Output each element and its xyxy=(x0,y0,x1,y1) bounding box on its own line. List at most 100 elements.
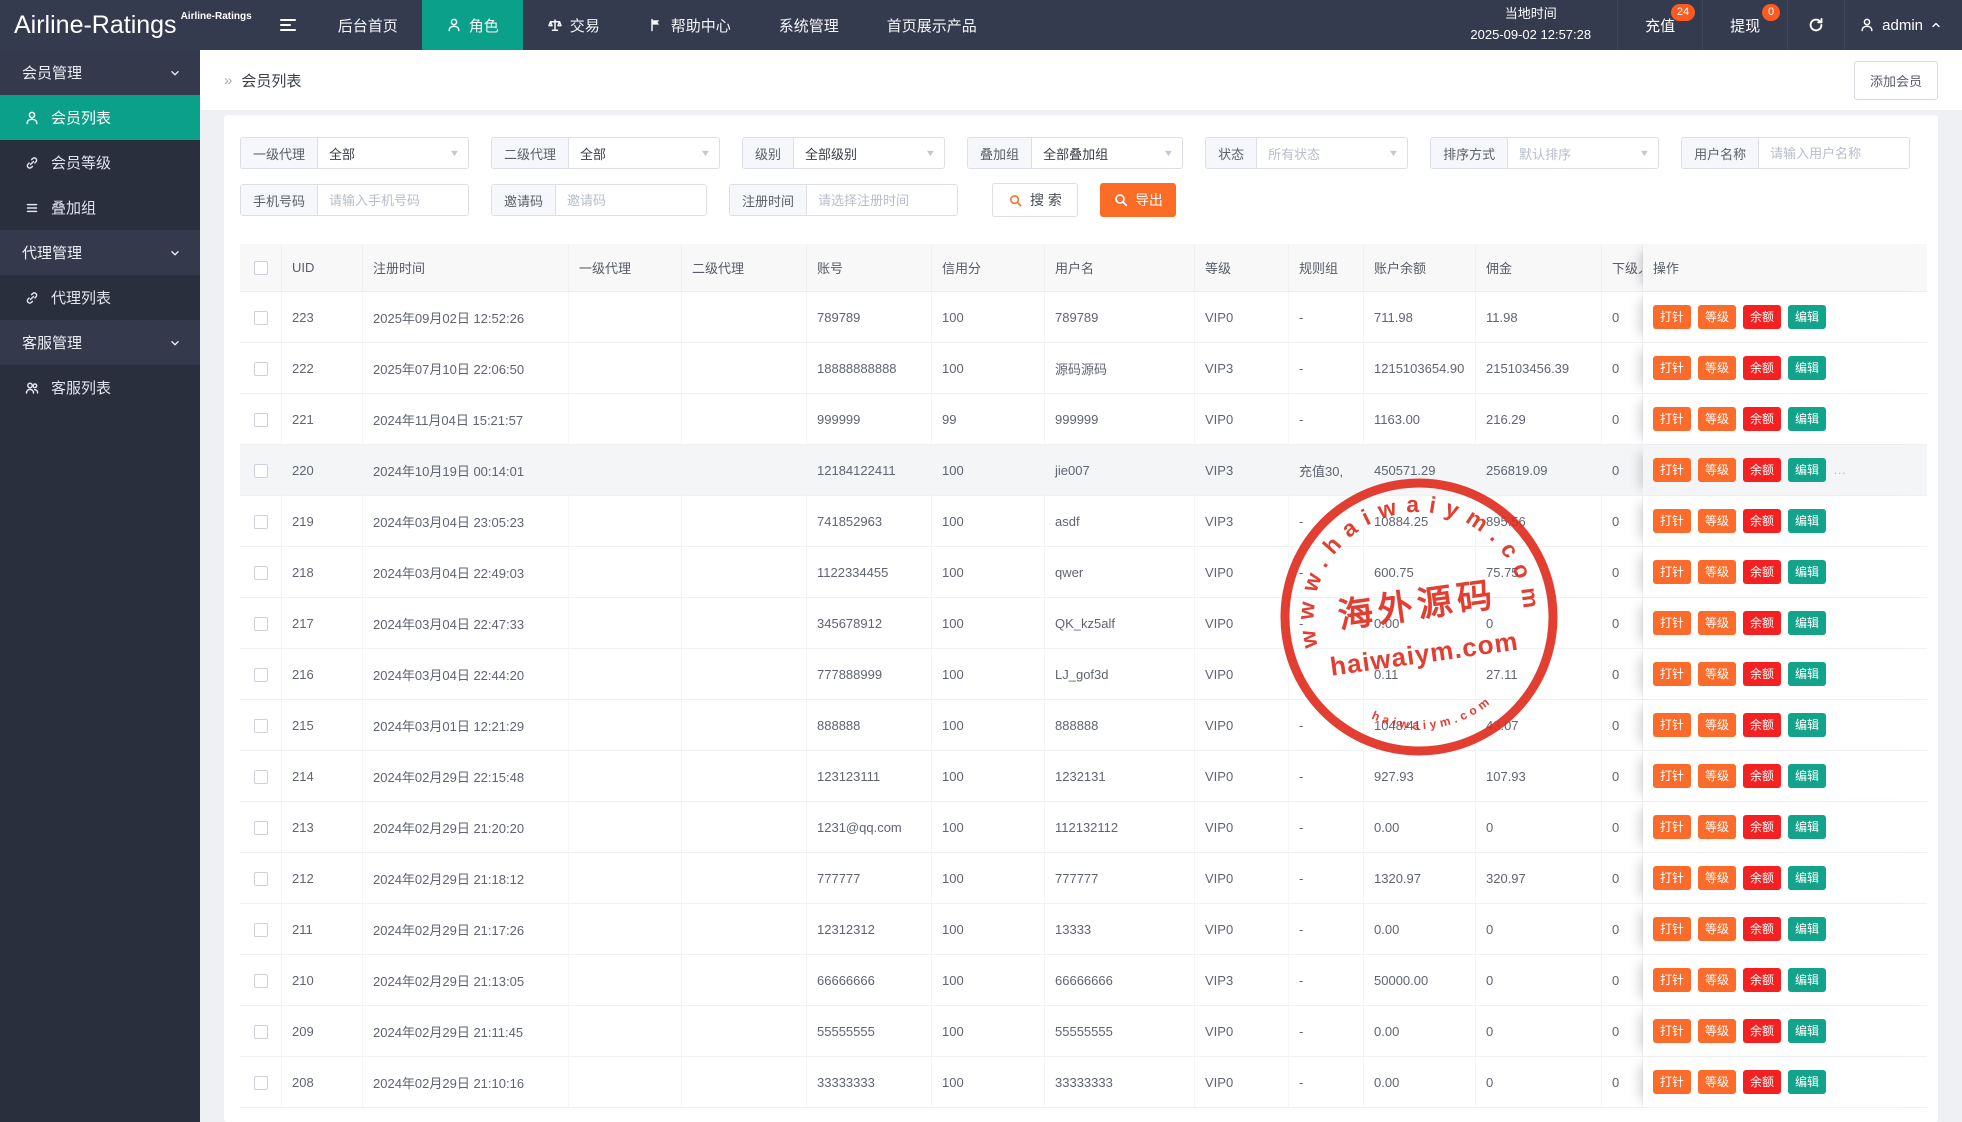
action-inject-button[interactable]: 打针 xyxy=(1653,917,1691,941)
action-edit-button[interactable]: 编辑 xyxy=(1788,815,1826,839)
action-balance-button[interactable]: 余额 xyxy=(1743,713,1781,737)
status-filter[interactable]: 所有状态▼ xyxy=(1257,138,1407,168)
action-edit-button[interactable]: 编辑 xyxy=(1788,407,1826,431)
action-level-button[interactable]: 等级 xyxy=(1698,815,1736,839)
action-level-button[interactable]: 等级 xyxy=(1698,968,1736,992)
action-inject-button[interactable]: 打针 xyxy=(1653,815,1691,839)
action-balance-button[interactable]: 余额 xyxy=(1743,764,1781,788)
row-checkbox[interactable] xyxy=(254,668,268,682)
action-balance-button[interactable]: 余额 xyxy=(1743,305,1781,329)
action-inject-button[interactable]: 打针 xyxy=(1653,1019,1691,1043)
action-balance-button[interactable]: 余额 xyxy=(1743,917,1781,941)
invite-code-filter[interactable] xyxy=(556,185,706,215)
action-edit-button[interactable]: 编辑 xyxy=(1788,509,1826,533)
action-level-button[interactable]: 等级 xyxy=(1698,1070,1736,1094)
action-balance-button[interactable]: 余额 xyxy=(1743,458,1781,482)
sidebar-collapse-button[interactable] xyxy=(262,0,314,50)
add-member-button[interactable]: 添加会员 xyxy=(1854,61,1938,100)
nav-item-home-products[interactable]: 首页展示产品 xyxy=(863,0,1001,50)
action-edit-button[interactable]: 编辑 xyxy=(1788,662,1826,686)
action-level-button[interactable]: 等级 xyxy=(1698,611,1736,635)
row-checkbox[interactable] xyxy=(254,821,268,835)
withdraw-link[interactable]: 提现 0 xyxy=(1702,0,1787,50)
action-edit-button[interactable]: 编辑 xyxy=(1788,713,1826,737)
action-inject-button[interactable]: 打针 xyxy=(1653,407,1691,431)
action-inject-button[interactable]: 打针 xyxy=(1653,560,1691,584)
action-inject-button[interactable]: 打针 xyxy=(1653,509,1691,533)
row-checkbox[interactable] xyxy=(254,923,268,937)
sidebar-group-agent-mgmt[interactable]: 代理管理 xyxy=(0,230,200,275)
username-filter[interactable] xyxy=(1759,138,1909,168)
refresh-button[interactable] xyxy=(1787,0,1844,50)
action-edit-button[interactable]: 编辑 xyxy=(1788,764,1826,788)
more-actions[interactable]: … xyxy=(1833,462,1848,477)
action-level-button[interactable]: 等级 xyxy=(1698,1019,1736,1043)
select-all-checkbox[interactable] xyxy=(254,261,268,275)
action-edit-button[interactable]: 编辑 xyxy=(1788,917,1826,941)
recharge-link[interactable]: 充值 24 xyxy=(1617,0,1702,50)
action-edit-button[interactable]: 编辑 xyxy=(1788,356,1826,380)
row-checkbox[interactable] xyxy=(254,566,268,580)
action-balance-button[interactable]: 余额 xyxy=(1743,662,1781,686)
row-checkbox[interactable] xyxy=(254,464,268,478)
sidebar-item-member-level[interactable]: 会员等级 xyxy=(0,140,200,185)
action-level-button[interactable]: 等级 xyxy=(1698,560,1736,584)
action-balance-button[interactable]: 余额 xyxy=(1743,509,1781,533)
action-edit-button[interactable]: 编辑 xyxy=(1788,866,1826,890)
row-checkbox[interactable] xyxy=(254,719,268,733)
sidebar-item-member-list[interactable]: 会员列表 xyxy=(0,95,200,140)
action-inject-button[interactable]: 打针 xyxy=(1653,611,1691,635)
sort-filter[interactable]: 默认排序▼ xyxy=(1508,138,1658,168)
row-checkbox[interactable] xyxy=(254,413,268,427)
nav-item-system[interactable]: 系统管理 xyxy=(755,0,863,50)
action-balance-button[interactable]: 余额 xyxy=(1743,356,1781,380)
action-edit-button[interactable]: 编辑 xyxy=(1788,560,1826,584)
action-balance-button[interactable]: 余额 xyxy=(1743,968,1781,992)
action-inject-button[interactable]: 打针 xyxy=(1653,968,1691,992)
agent1-filter[interactable]: 全部▼ xyxy=(318,138,468,168)
action-edit-button[interactable]: 编辑 xyxy=(1788,458,1826,482)
action-level-button[interactable]: 等级 xyxy=(1698,458,1736,482)
sidebar-item-agent-list[interactable]: 代理列表 xyxy=(0,275,200,320)
action-edit-button[interactable]: 编辑 xyxy=(1788,305,1826,329)
action-inject-button[interactable]: 打针 xyxy=(1653,764,1691,788)
action-balance-button[interactable]: 余额 xyxy=(1743,866,1781,890)
action-balance-button[interactable]: 余额 xyxy=(1743,611,1781,635)
sidebar-group-service-mgmt[interactable]: 客服管理 xyxy=(0,320,200,365)
action-level-button[interactable]: 等级 xyxy=(1698,407,1736,431)
search-button[interactable]: 搜 索 xyxy=(992,183,1078,217)
row-checkbox[interactable] xyxy=(254,311,268,325)
action-level-button[interactable]: 等级 xyxy=(1698,713,1736,737)
nav-item-dashboard[interactable]: 后台首页 xyxy=(314,0,422,50)
action-balance-button[interactable]: 余额 xyxy=(1743,1019,1781,1043)
action-level-button[interactable]: 等级 xyxy=(1698,866,1736,890)
row-checkbox[interactable] xyxy=(254,515,268,529)
level-filter[interactable]: 全部级别▼ xyxy=(794,138,944,168)
action-edit-button[interactable]: 编辑 xyxy=(1788,1070,1826,1094)
sidebar-item-service-list[interactable]: 客服列表 xyxy=(0,365,200,410)
action-inject-button[interactable]: 打针 xyxy=(1653,713,1691,737)
nav-item-trade[interactable]: 交易 xyxy=(523,0,624,50)
row-checkbox[interactable] xyxy=(254,1076,268,1090)
phone-filter[interactable] xyxy=(318,185,468,215)
action-balance-button[interactable]: 余额 xyxy=(1743,815,1781,839)
action-inject-button[interactable]: 打针 xyxy=(1653,458,1691,482)
row-checkbox[interactable] xyxy=(254,1025,268,1039)
user-menu[interactable]: admin xyxy=(1844,0,1962,50)
stack-group-filter[interactable]: 全部叠加组▼ xyxy=(1032,138,1182,168)
nav-item-roles[interactable]: 角色 xyxy=(422,0,523,50)
sidebar-item-stack-group[interactable]: 叠加组 xyxy=(0,185,200,230)
action-level-button[interactable]: 等级 xyxy=(1698,356,1736,380)
row-checkbox[interactable] xyxy=(254,974,268,988)
row-checkbox[interactable] xyxy=(254,617,268,631)
action-level-button[interactable]: 等级 xyxy=(1698,662,1736,686)
row-checkbox[interactable] xyxy=(254,872,268,886)
action-inject-button[interactable]: 打针 xyxy=(1653,305,1691,329)
action-level-button[interactable]: 等级 xyxy=(1698,509,1736,533)
action-edit-button[interactable]: 编辑 xyxy=(1788,1019,1826,1043)
action-balance-button[interactable]: 余额 xyxy=(1743,560,1781,584)
action-balance-button[interactable]: 余额 xyxy=(1743,407,1781,431)
action-level-button[interactable]: 等级 xyxy=(1698,764,1736,788)
action-inject-button[interactable]: 打针 xyxy=(1653,356,1691,380)
register-time-filter[interactable] xyxy=(807,185,957,215)
